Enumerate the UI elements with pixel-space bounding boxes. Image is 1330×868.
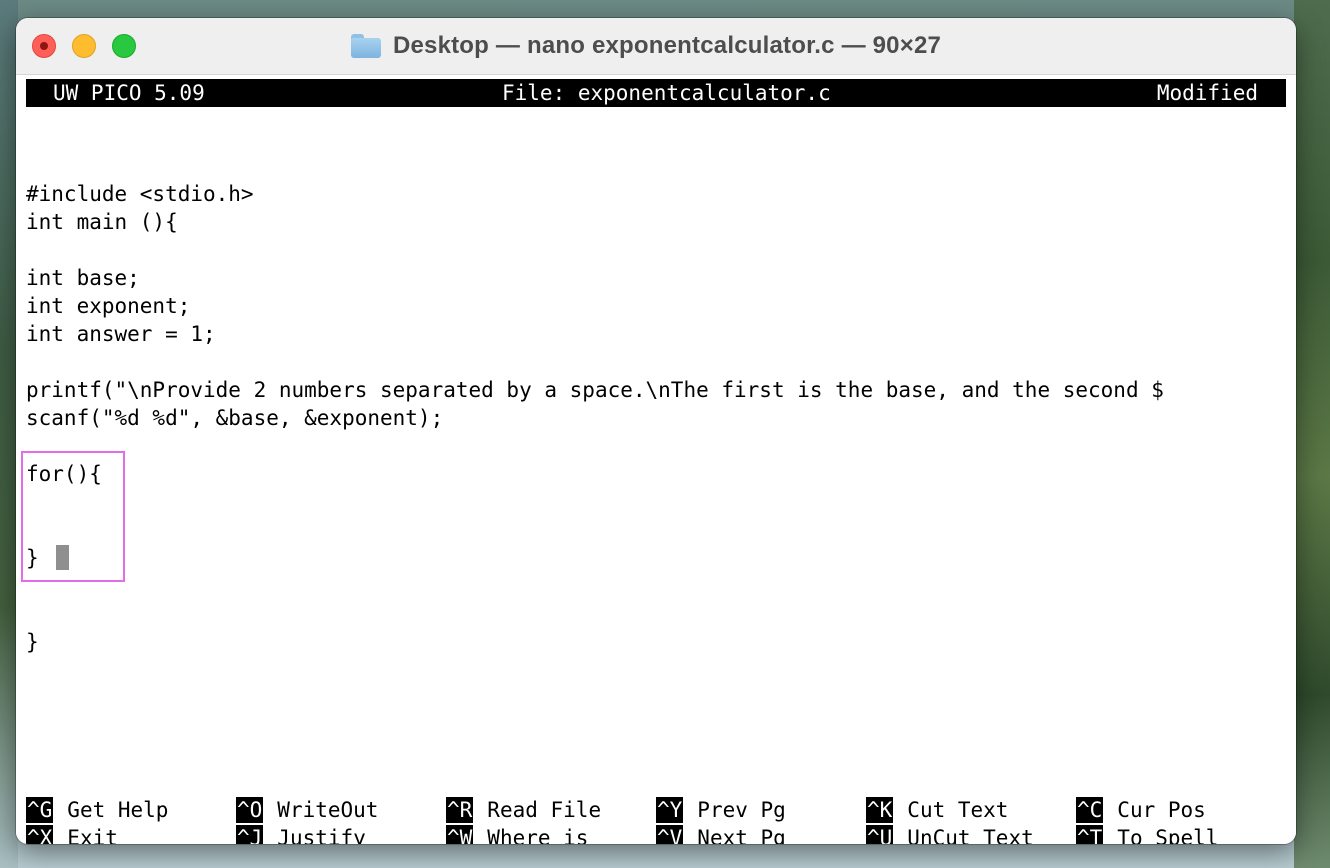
shortcut-label: Exit <box>67 826 118 844</box>
shortcut-key: ^T <box>1076 825 1104 844</box>
shortcut-cur-pos[interactable]: ^C Cur Pos <box>1076 796 1206 824</box>
editor-status: Modified <box>1156 81 1258 105</box>
title-bar[interactable]: Desktop — nano exponentcalculator.c — 90… <box>16 18 1296 75</box>
shortcut-label: Read File <box>487 798 602 822</box>
highlight-box <box>21 451 125 582</box>
shortcut-label: WriteOut <box>277 798 379 822</box>
shortcut-key: ^X <box>26 825 54 844</box>
shortcut-key: ^C <box>1076 797 1104 823</box>
shortcut-key: ^G <box>26 797 54 823</box>
code-line[interactable]: int base; <box>26 264 140 292</box>
shortcut-key: ^Y <box>656 797 684 823</box>
shortcut-label: Next Pg <box>697 826 786 844</box>
shortcut-next-pg[interactable]: ^V Next Pg <box>656 824 786 844</box>
folder-icon <box>350 34 381 58</box>
code-line[interactable]: printf("\nProvide 2 numbers separated by… <box>26 376 1164 404</box>
shortcut-label: To Spell <box>1117 826 1219 844</box>
shortcut-writeout[interactable]: ^O WriteOut <box>236 796 378 824</box>
shortcut-key: ^V <box>656 825 684 844</box>
shortcut-key: ^O <box>236 797 264 823</box>
desktop-background-right <box>1294 0 1330 868</box>
shortcut-label: Prev Pg <box>697 798 786 822</box>
terminal-window: Desktop — nano exponentcalculator.c — 90… <box>16 18 1296 844</box>
shortcut-label: Cut Text <box>907 798 1009 822</box>
shortcut-prev-pg[interactable]: ^Y Prev Pg <box>656 796 786 824</box>
window-title: Desktop — nano exponentcalculator.c — 90… <box>392 32 942 59</box>
shortcut-label: UnCut Text <box>907 826 1034 844</box>
shortcut-where-is[interactable]: ^W Where is <box>446 824 588 844</box>
shortcut-label: Where is <box>487 826 589 844</box>
shortcut-key: ^K <box>866 797 894 823</box>
terminal-content[interactable]: UW PICO 5.09 File: exponentcalculator.c … <box>16 75 1296 844</box>
code-line[interactable]: scanf("%d %d", &base, &exponent); <box>26 404 443 432</box>
shortcut-to-spell[interactable]: ^T To Spell <box>1076 824 1218 844</box>
code-line[interactable]: #include <stdio.h> <box>26 180 254 208</box>
shortcut-get-help[interactable]: ^G Get Help <box>26 796 168 824</box>
code-line[interactable]: int exponent; <box>26 292 190 320</box>
code-line[interactable]: } <box>26 628 39 656</box>
shortcut-key: ^R <box>446 797 474 823</box>
shortcut-label: Justify <box>277 826 366 844</box>
shortcut-key: ^J <box>236 825 264 844</box>
code-line[interactable]: int main (){ <box>26 208 178 236</box>
shortcut-cut-text[interactable]: ^K Cut Text <box>866 796 1008 824</box>
shortcut-exit[interactable]: ^X Exit <box>26 824 118 844</box>
shortcut-key: ^W <box>446 825 474 844</box>
shortcut-read-file[interactable]: ^R Read File <box>446 796 601 824</box>
pico-header-bar: UW PICO 5.09 File: exponentcalculator.c … <box>26 79 1286 107</box>
code-line[interactable]: int answer = 1; <box>26 320 216 348</box>
shortcut-uncut-text[interactable]: ^U UnCut Text <box>866 824 1034 844</box>
shortcut-label: Cur Pos <box>1117 798 1206 822</box>
editor-version: UW PICO 5.09 <box>53 81 205 105</box>
shortcut-label: Get Help <box>67 798 169 822</box>
window-title-container: Desktop — nano exponentcalculator.c — 90… <box>16 18 1296 74</box>
shortcut-key: ^U <box>866 825 894 844</box>
editor-filename: File: exponentcalculator.c <box>502 81 831 105</box>
shortcut-justify[interactable]: ^J Justify <box>236 824 366 844</box>
